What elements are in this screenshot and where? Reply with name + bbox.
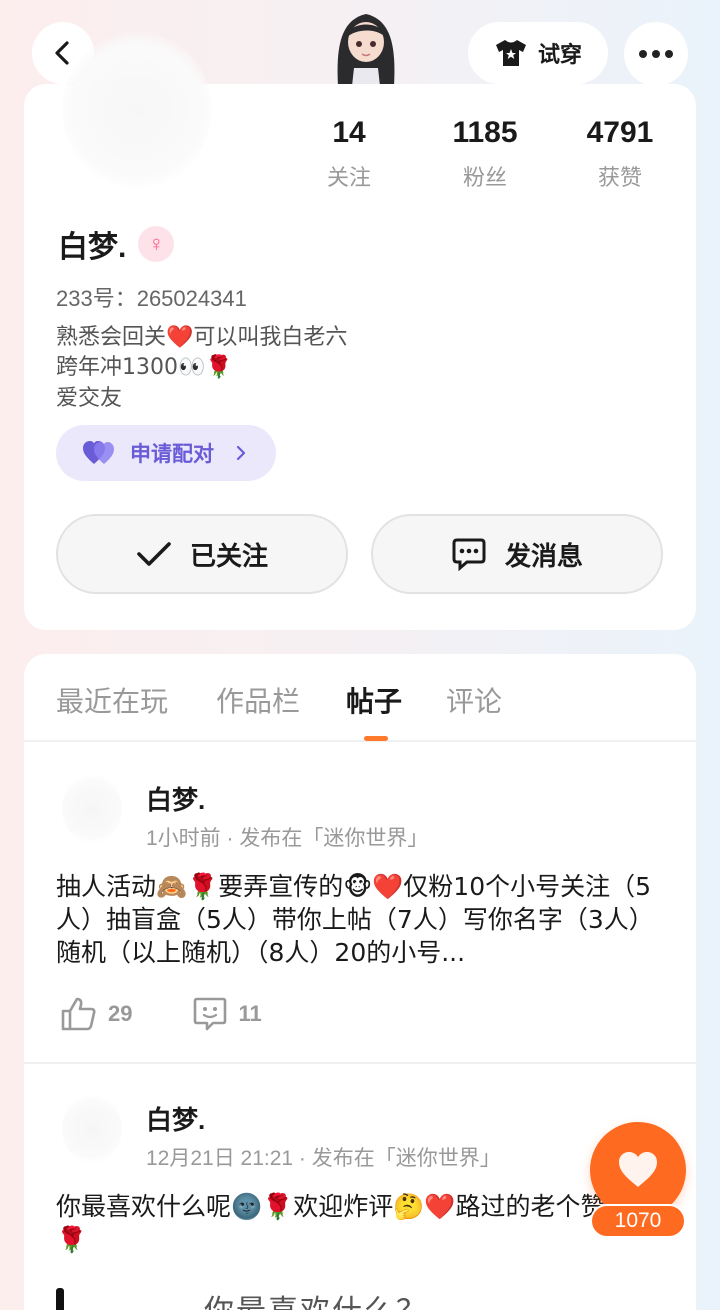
send-message-button[interactable]: 发消息 — [371, 514, 663, 594]
female-gender-icon: ♀ — [138, 226, 175, 262]
chat-bubble-icon — [452, 538, 486, 571]
image-edge — [56, 1288, 64, 1310]
stat-value: 14 — [332, 116, 366, 149]
name-row: 白梦. ♀ — [58, 222, 175, 266]
post-text: 你最喜欢什么呢🌚🌹欢迎炸评🤔❤️路过的老个赞吧🙈🌹 — [56, 1192, 662, 1254]
chevron-left-icon — [55, 41, 69, 65]
dot-icon — [652, 50, 660, 58]
stat-label: 关注 — [326, 165, 371, 190]
tab-recently-played[interactable]: 最近在玩 — [56, 680, 168, 720]
followed-button[interactable]: 已关注 — [56, 514, 348, 594]
post-meta: 1小时前 · 发布在「迷你世界」 — [146, 827, 429, 850]
user-id: 233号：265024341 — [56, 286, 247, 311]
bio-line: 爱交友 — [56, 385, 123, 410]
send-message-label: 发消息 — [504, 540, 583, 571]
avatar[interactable] — [62, 774, 122, 844]
profile-bio: 熟悉会回关❤️可以叫我白老六 跨年冲1300👀🌹 爱交友 — [56, 323, 347, 413]
more-options-button[interactable] — [624, 22, 688, 86]
stat-following[interactable]: 14 关注 — [284, 116, 414, 192]
dot-icon — [639, 50, 647, 58]
stat-value: 4791 — [586, 116, 654, 149]
bio-line: 熟悉会回关❤️可以叫我白老六 — [56, 325, 348, 350]
stat-label: 粉丝 — [462, 165, 507, 190]
fab-like-count: 1070 — [590, 1204, 686, 1238]
avatar-decoration-icon — [337, 14, 395, 86]
dot-icon — [665, 50, 673, 58]
post-meta: 12月21日 21:21 · 发布在「迷你世界」 — [146, 1147, 501, 1170]
divider — [24, 1062, 696, 1064]
tshirt-icon — [495, 40, 526, 66]
avatar[interactable] — [62, 32, 212, 188]
followed-label: 已关注 — [189, 540, 268, 571]
tab-works[interactable]: 作品栏 — [216, 680, 300, 720]
tab-posts[interactable]: 帖子 — [346, 680, 402, 720]
chevron-right-icon — [236, 445, 246, 461]
thumbs-up-icon[interactable] — [60, 996, 98, 1032]
stat-likes[interactable]: 4791 获赞 — [555, 116, 685, 192]
post-author: 白梦. — [146, 785, 206, 815]
try-on-button[interactable]: 试穿 — [468, 22, 608, 84]
tab-bar: 最近在玩 作品栏 帖子 评论 — [24, 654, 696, 742]
comment-count: 11 — [238, 1001, 262, 1026]
stat-value: 1185 — [452, 116, 518, 149]
heart-icon — [619, 1152, 657, 1187]
apply-pair-label: 申请配对 — [130, 443, 214, 466]
post-stats: 29 11 — [60, 996, 322, 1032]
bio-line: 跨年冲1300👀🌹 — [56, 355, 233, 380]
profile-name: 白梦. — [58, 231, 127, 264]
double-heart-icon — [83, 441, 114, 464]
active-tab-indicator — [364, 736, 388, 741]
apply-pair-button[interactable]: 申请配对 — [56, 425, 276, 481]
stat-label: 获赞 — [597, 165, 642, 190]
comment-icon[interactable] — [192, 996, 228, 1032]
try-on-label: 试穿 — [537, 42, 582, 67]
post-text: 抽人活动🙈🌹要弄宣传的🐵❤️仅粉10个小号关注（5人）抽盲盒（5人）带你上帖（7… — [56, 872, 654, 967]
check-icon — [137, 542, 171, 566]
post-image[interactable]: 你最喜欢什么？ — [56, 1282, 666, 1310]
post-image-caption: 你最喜欢什么？ — [204, 1286, 428, 1310]
post-author: 白梦. — [146, 1105, 206, 1135]
stat-followers[interactable]: 1185 粉丝 — [420, 116, 550, 192]
tab-comments[interactable]: 评论 — [446, 680, 502, 720]
avatar[interactable] — [62, 1094, 122, 1164]
like-count: 29 — [108, 1001, 133, 1026]
